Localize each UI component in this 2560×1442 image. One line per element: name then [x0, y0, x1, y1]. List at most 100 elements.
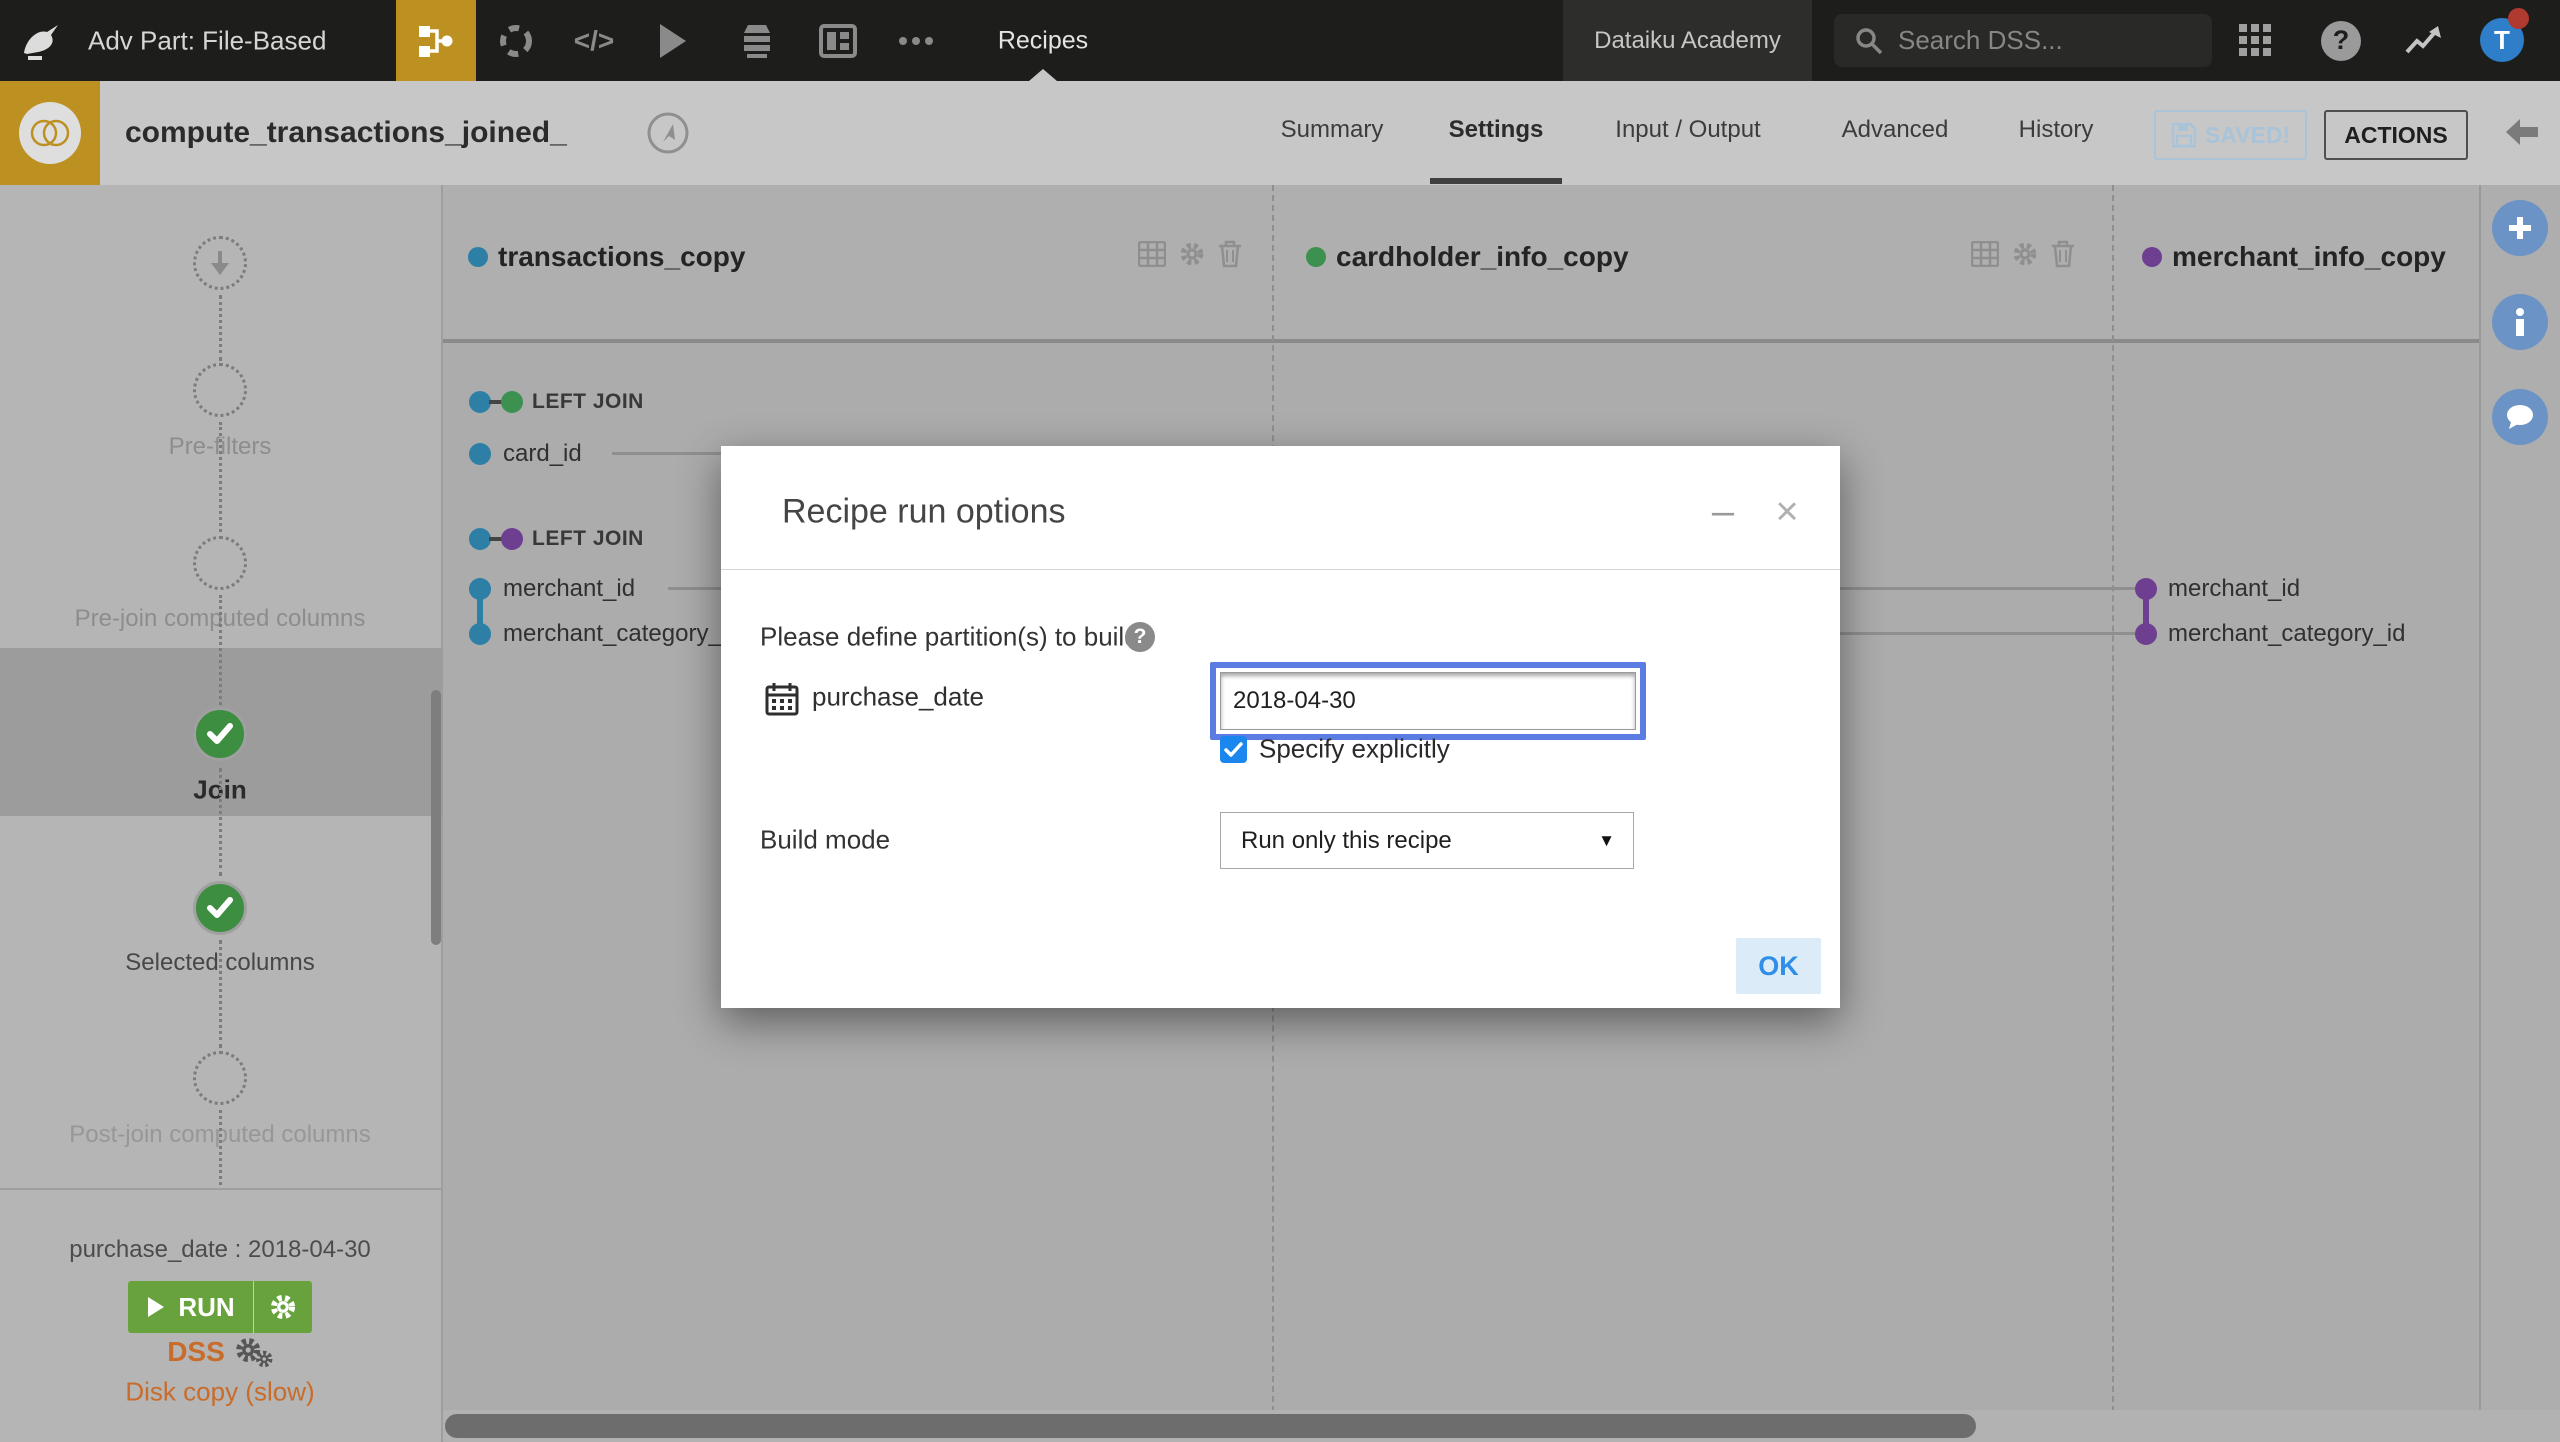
join-target-dot	[501, 391, 523, 413]
ok-label: OK	[1758, 950, 1799, 981]
join-field[interactable]: merchant_id	[503, 575, 635, 603]
right-action-rail	[2479, 185, 2560, 1410]
actions-button[interactable]: ACTIONS	[2324, 110, 2468, 160]
horizontal-scrollbar-track[interactable]	[443, 1410, 2560, 1442]
trash-icon[interactable]	[2051, 240, 2075, 268]
dataset-name-cardholder: cardholder_info_copy	[1336, 241, 1629, 272]
field-dot	[2135, 623, 2157, 645]
specify-explicitly-label[interactable]: Specify explicitly	[1259, 734, 1450, 765]
tab-settings[interactable]: Settings	[1449, 116, 1544, 144]
active-tab-underline	[1430, 178, 1562, 184]
tab-summary[interactable]: Summary	[1281, 116, 1384, 144]
join-steps-sidebar: Pre-filters Pre-join computed columns Jo…	[0, 185, 443, 1442]
jobs-list-icon[interactable]	[738, 21, 776, 61]
engine-gears-icon[interactable]	[233, 1335, 273, 1369]
search-icon	[1854, 26, 1884, 56]
join-recipe-icon	[0, 81, 100, 185]
run-button-main[interactable]: RUN	[128, 1281, 254, 1333]
actions-label: ACTIONS	[2344, 121, 2448, 148]
input-step-node[interactable]	[193, 236, 247, 290]
global-search[interactable]	[1834, 14, 2212, 67]
sidebar-scrollbar-thumb[interactable]	[431, 690, 441, 945]
horizontal-scrollbar-thumb[interactable]	[445, 1414, 1976, 1438]
join-type-label[interactable]: LEFT JOIN	[532, 390, 644, 414]
saved-label: SAVED!	[2204, 121, 2291, 148]
field-dot	[2135, 578, 2157, 600]
saved-button[interactable]: SAVED!	[2154, 110, 2307, 160]
dataset-color-dot	[468, 247, 488, 267]
join-source-dot	[469, 391, 491, 413]
collapse-panel-arrow-icon[interactable]	[2504, 117, 2540, 147]
calendar-icon	[765, 682, 799, 716]
info-button[interactable]	[2492, 294, 2548, 350]
recipe-title: compute_transactions_joined_	[125, 116, 567, 149]
minimize-icon[interactable]: –	[1712, 490, 1734, 535]
step-done-circle	[193, 707, 247, 761]
join-field[interactable]: merchant_id	[2168, 575, 2300, 603]
dataset-name-transactions: transactions_copy	[498, 241, 746, 272]
step-circle	[193, 536, 247, 590]
comments-button[interactable]	[2492, 389, 2548, 445]
join-connector-line	[1830, 632, 2146, 635]
step-connector	[219, 595, 222, 705]
table-icon[interactable]	[1971, 241, 1999, 267]
run-label: RUN	[178, 1291, 235, 1322]
more-menu-icon[interactable]	[898, 36, 934, 46]
dataset-header-border	[443, 339, 2479, 343]
step-circle	[193, 363, 247, 417]
tab-history[interactable]: History	[2019, 116, 2094, 144]
modal-title: Recipe run options	[782, 492, 1066, 531]
specify-explicitly-checkbox[interactable]	[1220, 736, 1247, 763]
step-connector	[219, 1110, 222, 1185]
plus-icon	[2509, 217, 2531, 239]
join-field[interactable]: merchant_category_	[503, 620, 722, 648]
modal-title-divider	[721, 569, 1840, 570]
step-connector	[219, 295, 222, 361]
engine-label[interactable]: DSS	[167, 1336, 225, 1368]
field-dot	[469, 443, 491, 465]
section-notch	[1029, 69, 1057, 81]
academy-button[interactable]: Dataiku Academy	[1563, 0, 1812, 81]
join-field[interactable]: card_id	[503, 440, 582, 468]
join-field[interactable]: merchant_category_id	[2168, 620, 2405, 648]
apps-grid-icon[interactable]	[2239, 23, 2273, 58]
check-icon	[1224, 741, 1243, 757]
ok-button[interactable]: OK	[1736, 938, 1821, 994]
add-dataset-button[interactable]	[2492, 200, 2548, 256]
search-input[interactable]	[1896, 24, 2200, 57]
trend-icon[interactable]	[2404, 24, 2444, 58]
dashboard-icon[interactable]	[819, 23, 857, 58]
info-icon	[2516, 308, 2524, 336]
flow-icon[interactable]	[396, 0, 476, 81]
lab-icon[interactable]	[496, 21, 536, 61]
tab-advanced[interactable]: Advanced	[1842, 116, 1949, 144]
field-dot	[469, 623, 491, 645]
close-icon[interactable]: ×	[1775, 490, 1798, 535]
run-jobs-icon[interactable]	[656, 22, 690, 60]
dataset-toolbar	[1971, 240, 2075, 268]
dataiku-bird-logo[interactable]	[18, 19, 62, 63]
gear-icon[interactable]	[2011, 240, 2039, 268]
help-icon[interactable]: ?	[1125, 622, 1155, 652]
go-to-flow-icon[interactable]	[646, 111, 690, 155]
join-type-label[interactable]: LEFT JOIN	[532, 527, 644, 551]
chevron-down-icon: ▼	[1598, 830, 1615, 850]
build-mode-select[interactable]: Run only this recipe ▼	[1220, 812, 1634, 869]
step-done-circle	[193, 881, 247, 935]
trash-icon[interactable]	[1218, 240, 1242, 268]
dataset-color-dot	[2142, 247, 2162, 267]
engine-detail-link[interactable]: Disk copy (slow)	[125, 1377, 314, 1408]
run-options-gear[interactable]	[254, 1281, 312, 1333]
join-target-dot	[501, 528, 523, 550]
code-icon[interactable]: </>	[574, 25, 614, 57]
table-icon[interactable]	[1138, 241, 1166, 267]
help-icon[interactable]: ?	[2321, 20, 2361, 61]
gear-icon[interactable]	[1178, 240, 1206, 268]
run-button[interactable]: RUN	[128, 1281, 312, 1333]
join-connector-line	[1830, 587, 2146, 590]
join-source-dot	[469, 528, 491, 550]
dataset-color-dot	[1306, 247, 1326, 267]
project-name[interactable]: Adv Part: File-Based	[88, 26, 326, 57]
partition-value-input[interactable]	[1220, 672, 1636, 730]
tab-input-output[interactable]: Input / Output	[1615, 116, 1760, 144]
